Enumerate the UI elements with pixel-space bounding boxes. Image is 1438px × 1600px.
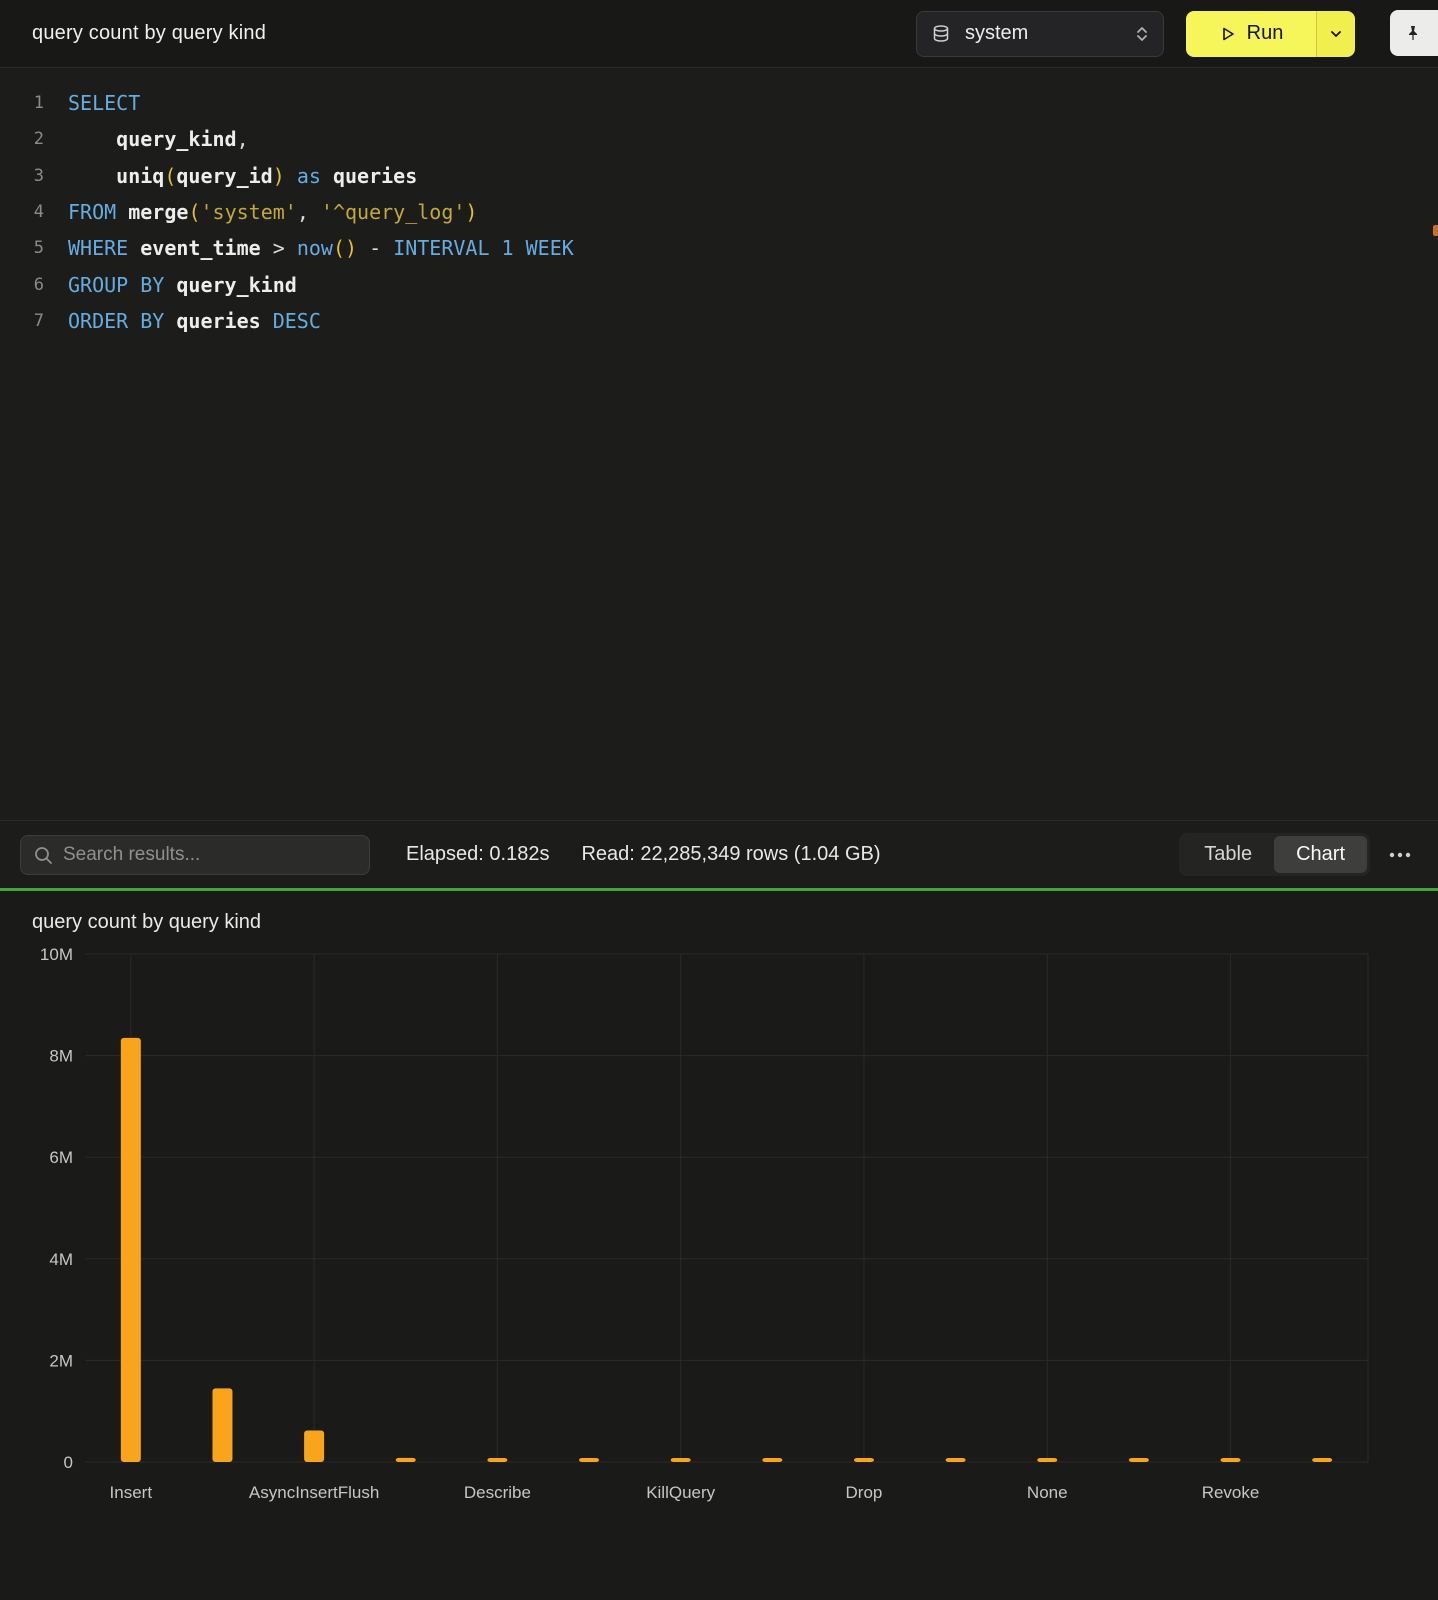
code-line: 6 GROUP BY query_kind bbox=[0, 266, 1438, 302]
database-selector-value: system bbox=[965, 22, 1028, 45]
results-toolbar: Elapsed: 0.182s Read: 22,285,349 rows (1… bbox=[0, 820, 1438, 888]
svg-text:Insert: Insert bbox=[110, 1483, 153, 1502]
svg-text:None: None bbox=[1027, 1483, 1068, 1502]
view-toggle-table[interactable]: Table bbox=[1182, 836, 1274, 873]
partial-toolbar-button[interactable] bbox=[1390, 10, 1438, 56]
chart-title: query count by query kind bbox=[0, 891, 1438, 934]
svg-text:6M: 6M bbox=[49, 1148, 73, 1167]
line-number: 7 bbox=[30, 311, 44, 331]
run-options-button[interactable] bbox=[1316, 11, 1355, 57]
svg-text:10M: 10M bbox=[40, 945, 73, 964]
run-split-button: Run bbox=[1186, 11, 1355, 57]
code-text: SELECT bbox=[68, 91, 140, 115]
line-number: 1 bbox=[30, 93, 44, 113]
code-line: 4 FROM merge('system', '^query_log') bbox=[0, 194, 1438, 230]
more-options-button[interactable] bbox=[1382, 837, 1418, 873]
code-line: 1 SELECT bbox=[0, 85, 1438, 121]
line-number: 2 bbox=[30, 129, 44, 149]
code-text: uniq(query_id) as queries bbox=[68, 164, 417, 188]
sql-editor[interactable]: 1SELECT2 query_kind,3 uniq(query_id) as … bbox=[0, 68, 1438, 820]
svg-text:2M: 2M bbox=[49, 1351, 73, 1370]
svg-text:AsyncInsertFlush: AsyncInsertFlush bbox=[249, 1483, 379, 1502]
ellipsis-icon bbox=[1389, 852, 1411, 858]
play-icon bbox=[1219, 25, 1237, 43]
read-stat: Read: 22,285,349 rows (1.04 GB) bbox=[581, 843, 880, 866]
chart-panel: query count by query kind 0 2M 4M 6M 8M 10M In… bbox=[0, 891, 1438, 1600]
svg-text:Revoke: Revoke bbox=[1202, 1483, 1260, 1502]
header-controls: system Run bbox=[916, 11, 1438, 57]
line-number: 5 bbox=[30, 238, 44, 258]
run-button-label: Run bbox=[1247, 22, 1284, 45]
svg-text:KillQuery: KillQuery bbox=[646, 1483, 715, 1502]
line-number: 6 bbox=[30, 275, 44, 295]
chevron-down-icon bbox=[1329, 27, 1343, 41]
top-bar: query count by query kind system bbox=[0, 0, 1438, 68]
page-title: query count by query kind bbox=[32, 22, 266, 45]
code-line: 5 WHERE event_time > now() - INTERVAL 1 W… bbox=[0, 230, 1438, 266]
run-button[interactable]: Run bbox=[1186, 11, 1316, 57]
search-box bbox=[20, 835, 370, 875]
updown-chevron-icon bbox=[1135, 24, 1149, 44]
code-text: WHERE event_time > now() - INTERVAL 1 WE… bbox=[68, 236, 574, 260]
code-text: ORDER BY queries DESC bbox=[68, 309, 321, 333]
svg-text:8M: 8M bbox=[49, 1047, 73, 1066]
database-icon bbox=[931, 24, 951, 44]
search-input[interactable] bbox=[63, 844, 357, 866]
line-number: 3 bbox=[30, 166, 44, 186]
code-line: 7 ORDER BY queries DESC bbox=[0, 303, 1438, 339]
code-line: 2 query_kind, bbox=[0, 121, 1438, 157]
search-icon bbox=[33, 845, 53, 865]
code-text: query_kind, bbox=[68, 127, 249, 151]
svg-text:Describe: Describe bbox=[464, 1483, 531, 1502]
view-toggle: Table Chart bbox=[1179, 833, 1370, 876]
code-text: GROUP BY query_kind bbox=[68, 273, 297, 297]
pin-icon bbox=[1404, 24, 1422, 42]
database-selector[interactable]: system bbox=[916, 11, 1164, 57]
bar-chart: 0 2M 4M 6M 8M 10M Insert AsyncInsertFlush Descri… bbox=[0, 938, 1438, 1578]
code-line: 3 uniq(query_id) as queries bbox=[0, 158, 1438, 194]
scrollbar-annotation bbox=[1433, 225, 1438, 236]
view-toggle-chart[interactable]: Chart bbox=[1274, 836, 1367, 873]
code-area: 1SELECT2 query_kind,3 uniq(query_id) as … bbox=[0, 85, 1438, 339]
code-text: FROM merge('system', '^query_log') bbox=[68, 200, 477, 224]
svg-text:Drop: Drop bbox=[846, 1483, 883, 1502]
line-number: 4 bbox=[30, 202, 44, 222]
svg-text:4M: 4M bbox=[49, 1250, 73, 1269]
elapsed-stat: Elapsed: 0.182s bbox=[406, 843, 549, 866]
svg-text:0: 0 bbox=[64, 1453, 73, 1472]
